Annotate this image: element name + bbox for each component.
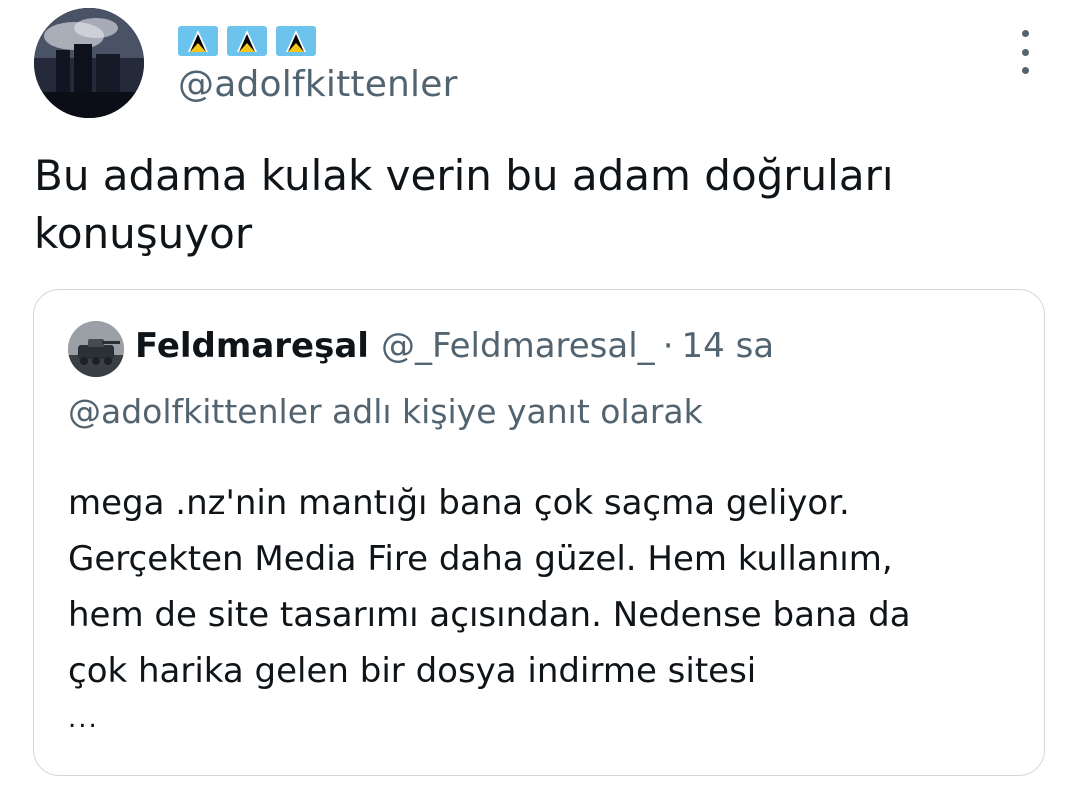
dot: [1021, 48, 1029, 56]
more-options-icon[interactable]: [1010, 30, 1040, 74]
dot: [1021, 30, 1029, 37]
author-avatar[interactable]: [34, 8, 144, 118]
quoted-header: Feldmareşal @_Feldmaresal_ · 14 sa: [135, 322, 774, 370]
quoted-author-name[interactable]: Feldmareşal: [135, 326, 369, 366]
quoted-author-avatar[interactable]: [68, 321, 124, 377]
tweet-text: Bu adama kulak verin bu adam doğruları k…: [34, 151, 894, 258]
quoted-tweet[interactable]: Feldmareşal @_Feldmaresal_ · 14 sa @adolfki…: [33, 289, 1045, 776]
quoted-tweet-text: mega .nz'nin mantığı bana çok saçma geli…: [68, 483, 911, 691]
truncation-ellipsis: ...: [68, 704, 99, 734]
dot: [1021, 67, 1029, 74]
quoted-author-handle[interactable]: @_Feldmaresal_: [381, 326, 655, 366]
reply-context: @adolfkittenler adlı kişiye yanıt olarak: [68, 392, 703, 431]
saint-lucia-flag-icon: [276, 26, 316, 56]
flag-emojis: [178, 26, 316, 56]
saint-lucia-flag-icon: [178, 26, 218, 56]
quoted-timestamp[interactable]: 14 sa: [682, 326, 775, 366]
saint-lucia-flag-icon: [227, 26, 267, 56]
author-handle[interactable]: @adolfkittenler: [178, 64, 458, 105]
separator: ·: [662, 326, 674, 366]
